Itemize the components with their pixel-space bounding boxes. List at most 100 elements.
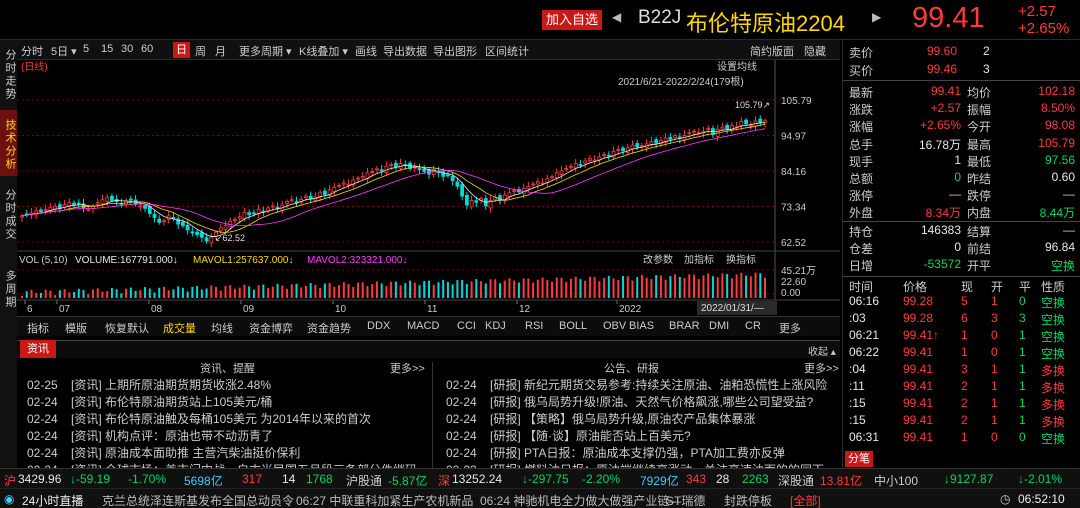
- tick-cell: 1: [1019, 396, 1026, 410]
- volume-bar: [191, 286, 194, 298]
- indicator-tab-6[interactable]: 资金趋势: [307, 320, 351, 336]
- ticker-item[interactable]: 06:27 中联重科加紧生产农机新品: [296, 492, 473, 508]
- sz-connect-label: 深股通: [778, 474, 815, 488]
- indicator-tab-1[interactable]: 模版: [65, 320, 87, 336]
- indicator-tab-2[interactable]: 恢复默认: [105, 320, 149, 336]
- indicator-tab-4[interactable]: 均线: [211, 320, 233, 336]
- candle: [128, 198, 133, 201]
- indicator-tab-3[interactable]: 成交量: [163, 320, 196, 336]
- indicator-tab-5[interactable]: 资金博弈: [249, 320, 293, 336]
- candle: [57, 204, 62, 209]
- period-item-2[interactable]: 5: [83, 43, 89, 55]
- volume-bar: [177, 286, 180, 298]
- period-item-14[interactable]: 区间统计: [485, 43, 529, 59]
- volume-bar: [655, 275, 658, 298]
- simple-layout-button[interactable]: 简约版面: [750, 43, 794, 59]
- change-params-button[interactable]: 改参数: [643, 253, 673, 266]
- indicator-tab-9[interactable]: CCI: [457, 320, 476, 332]
- indicator-tab-15[interactable]: BRAR: [669, 320, 700, 332]
- volume-bar: [427, 280, 430, 298]
- live-label[interactable]: 24小时直播: [22, 492, 83, 508]
- sz-index-field: 2263: [742, 472, 769, 486]
- sh-index-field: ↓-59.19: [70, 472, 111, 486]
- news-item[interactable]: 02-25 [资讯] 上期所原油期货期货收涨2.48%: [27, 376, 427, 393]
- news-item[interactable]: 02-24 [研报] 【随·谈】原油能否站上百美元?: [446, 427, 840, 444]
- news-item[interactable]: 02-24 [研报] PTA日报：原油成本支撑仍强，PTA加工费亦反弹: [446, 444, 840, 461]
- switch-indicator-button[interactable]: 换指标: [726, 253, 756, 266]
- indicator-tab-12[interactable]: BOLL: [559, 320, 587, 332]
- sme-value: ↓9127.87: [944, 472, 994, 486]
- volume-bar: [68, 292, 71, 298]
- sh-index-field: 5698亿: [184, 474, 223, 488]
- indicator-tab-10[interactable]: KDJ: [485, 320, 506, 332]
- period-item-9[interactable]: 更多周期 ▾: [239, 43, 292, 59]
- news-item[interactable]: 02-24[资讯] 全球市场：美市门中战，自古当民国五月段三条部分件继码: [27, 461, 427, 468]
- news-item[interactable]: 02-24 [资讯] 机构点评：原油也带不动沥青了: [27, 427, 427, 444]
- volume-bar: [409, 280, 412, 298]
- volume-bar: [546, 279, 549, 298]
- tick-cell: 99.41: [903, 430, 934, 444]
- news-item[interactable]: 02-24 [资讯] 原油成本面助推 主营汽柴油挺价保利: [27, 444, 427, 461]
- news-item[interactable]: 02-23[研报] 燃料油日报：原油端继续高涨动，关注高速油面的的同下: [446, 461, 840, 468]
- indicator-tab-8[interactable]: MACD: [407, 320, 439, 332]
- news-right-more-link[interactable]: 更多>>: [804, 360, 839, 375]
- period-item-8[interactable]: 月: [215, 43, 226, 59]
- ticker-item[interactable]: 克兰总统泽连斯基发布全国总动员令: [102, 492, 294, 508]
- tab-intraday[interactable]: 分时走势: [0, 40, 17, 106]
- candle: [535, 180, 540, 185]
- prev-instrument-icon[interactable]: ◀: [612, 10, 621, 24]
- news-left-more-link[interactable]: 更多>>: [390, 360, 425, 375]
- ticks-tab[interactable]: 分笔: [845, 451, 873, 467]
- period-item-10[interactable]: K线叠加 ▾: [299, 43, 348, 59]
- indicator-tab-18[interactable]: 更多: [779, 320, 801, 336]
- add-indicator-button[interactable]: 加指标: [684, 253, 714, 266]
- news-tab[interactable]: 资讯: [20, 340, 56, 358]
- period-item-6[interactable]: 日: [173, 42, 190, 58]
- ticker-item[interactable]: ST瑞德: [666, 492, 705, 508]
- volume-bar: [290, 284, 293, 298]
- tab-technical[interactable]: 技术分析: [0, 110, 17, 176]
- tick-cell: 1: [1019, 362, 1026, 376]
- period-item-4[interactable]: 30: [121, 43, 133, 55]
- ticker-item[interactable]: 封跌停板: [724, 492, 772, 508]
- period-item-5[interactable]: 60: [141, 43, 153, 55]
- news-item[interactable]: 02-24 [资讯] 布伦特原油触及每桶105美元 为2014年以来的首次: [27, 410, 427, 427]
- collapse-news-button[interactable]: 收起 ▴: [808, 343, 836, 358]
- volume-bar: [352, 287, 355, 298]
- next-instrument-icon[interactable]: ▶: [872, 10, 881, 24]
- ticker-item[interactable]: [全部]: [790, 492, 821, 508]
- period-item-13[interactable]: 导出图形: [433, 43, 477, 59]
- indicator-tab-13[interactable]: OBV: [603, 320, 626, 332]
- indicator-tab-11[interactable]: RSI: [525, 320, 543, 332]
- volume-bar: [588, 276, 591, 298]
- news-item[interactable]: 02-24 [研报] 俄乌局势升级!原油、天然气价格飙涨,哪些公司望受益?: [446, 393, 840, 410]
- indicator-tab-7[interactable]: DDX: [367, 320, 390, 332]
- period-item-11[interactable]: 画线: [355, 43, 377, 59]
- ma-settings-button[interactable]: 设置均线: [717, 60, 757, 73]
- add-to-watchlist-button[interactable]: 加入自选: [542, 10, 602, 30]
- candle: [507, 192, 512, 197]
- news-item[interactable]: 02-24 [研报] 新纪元期货交易参考:持续关注原油、油粕恐慌性上涨风险: [446, 376, 840, 393]
- volume-bar: [276, 283, 279, 298]
- indicator-tab-0[interactable]: 指标: [27, 320, 49, 336]
- indicator-tab-17[interactable]: CR: [745, 320, 761, 332]
- ticker-item[interactable]: 06:24 神驰机电全力做大做强产业链—: [480, 492, 681, 508]
- x-tick-label: 09: [243, 304, 255, 315]
- hide-button[interactable]: 隐藏: [804, 43, 826, 59]
- tab-trades[interactable]: 分时成交: [0, 180, 17, 246]
- volume-bar: [210, 285, 213, 298]
- news-item[interactable]: 02-24 [资讯] 布伦特原油期货站上105美元/桶: [27, 393, 427, 410]
- period-item-3[interactable]: 15: [101, 43, 113, 55]
- indicator-tab-16[interactable]: DMI: [709, 320, 729, 332]
- candle: [304, 195, 308, 198]
- period-item-0[interactable]: 分时: [21, 43, 43, 59]
- indicator-tab-14[interactable]: BIAS: [629, 320, 654, 332]
- quote-value: +2.57: [930, 101, 961, 116]
- tick-cell: 2: [961, 413, 968, 427]
- period-item-1[interactable]: 5日 ▾: [51, 43, 77, 59]
- tab-multi-period[interactable]: 多周期: [0, 260, 17, 314]
- kline-chart[interactable]: 105.79 94.97 84.16 73.34 62.52 45.21万22.600.0…: [17, 60, 840, 316]
- news-item[interactable]: 02-24 [研报] 【策略】俄乌局势升级,原油农产品集体暴涨: [446, 410, 840, 427]
- period-item-12[interactable]: 导出数据: [383, 43, 427, 59]
- period-item-7[interactable]: 周: [195, 43, 206, 59]
